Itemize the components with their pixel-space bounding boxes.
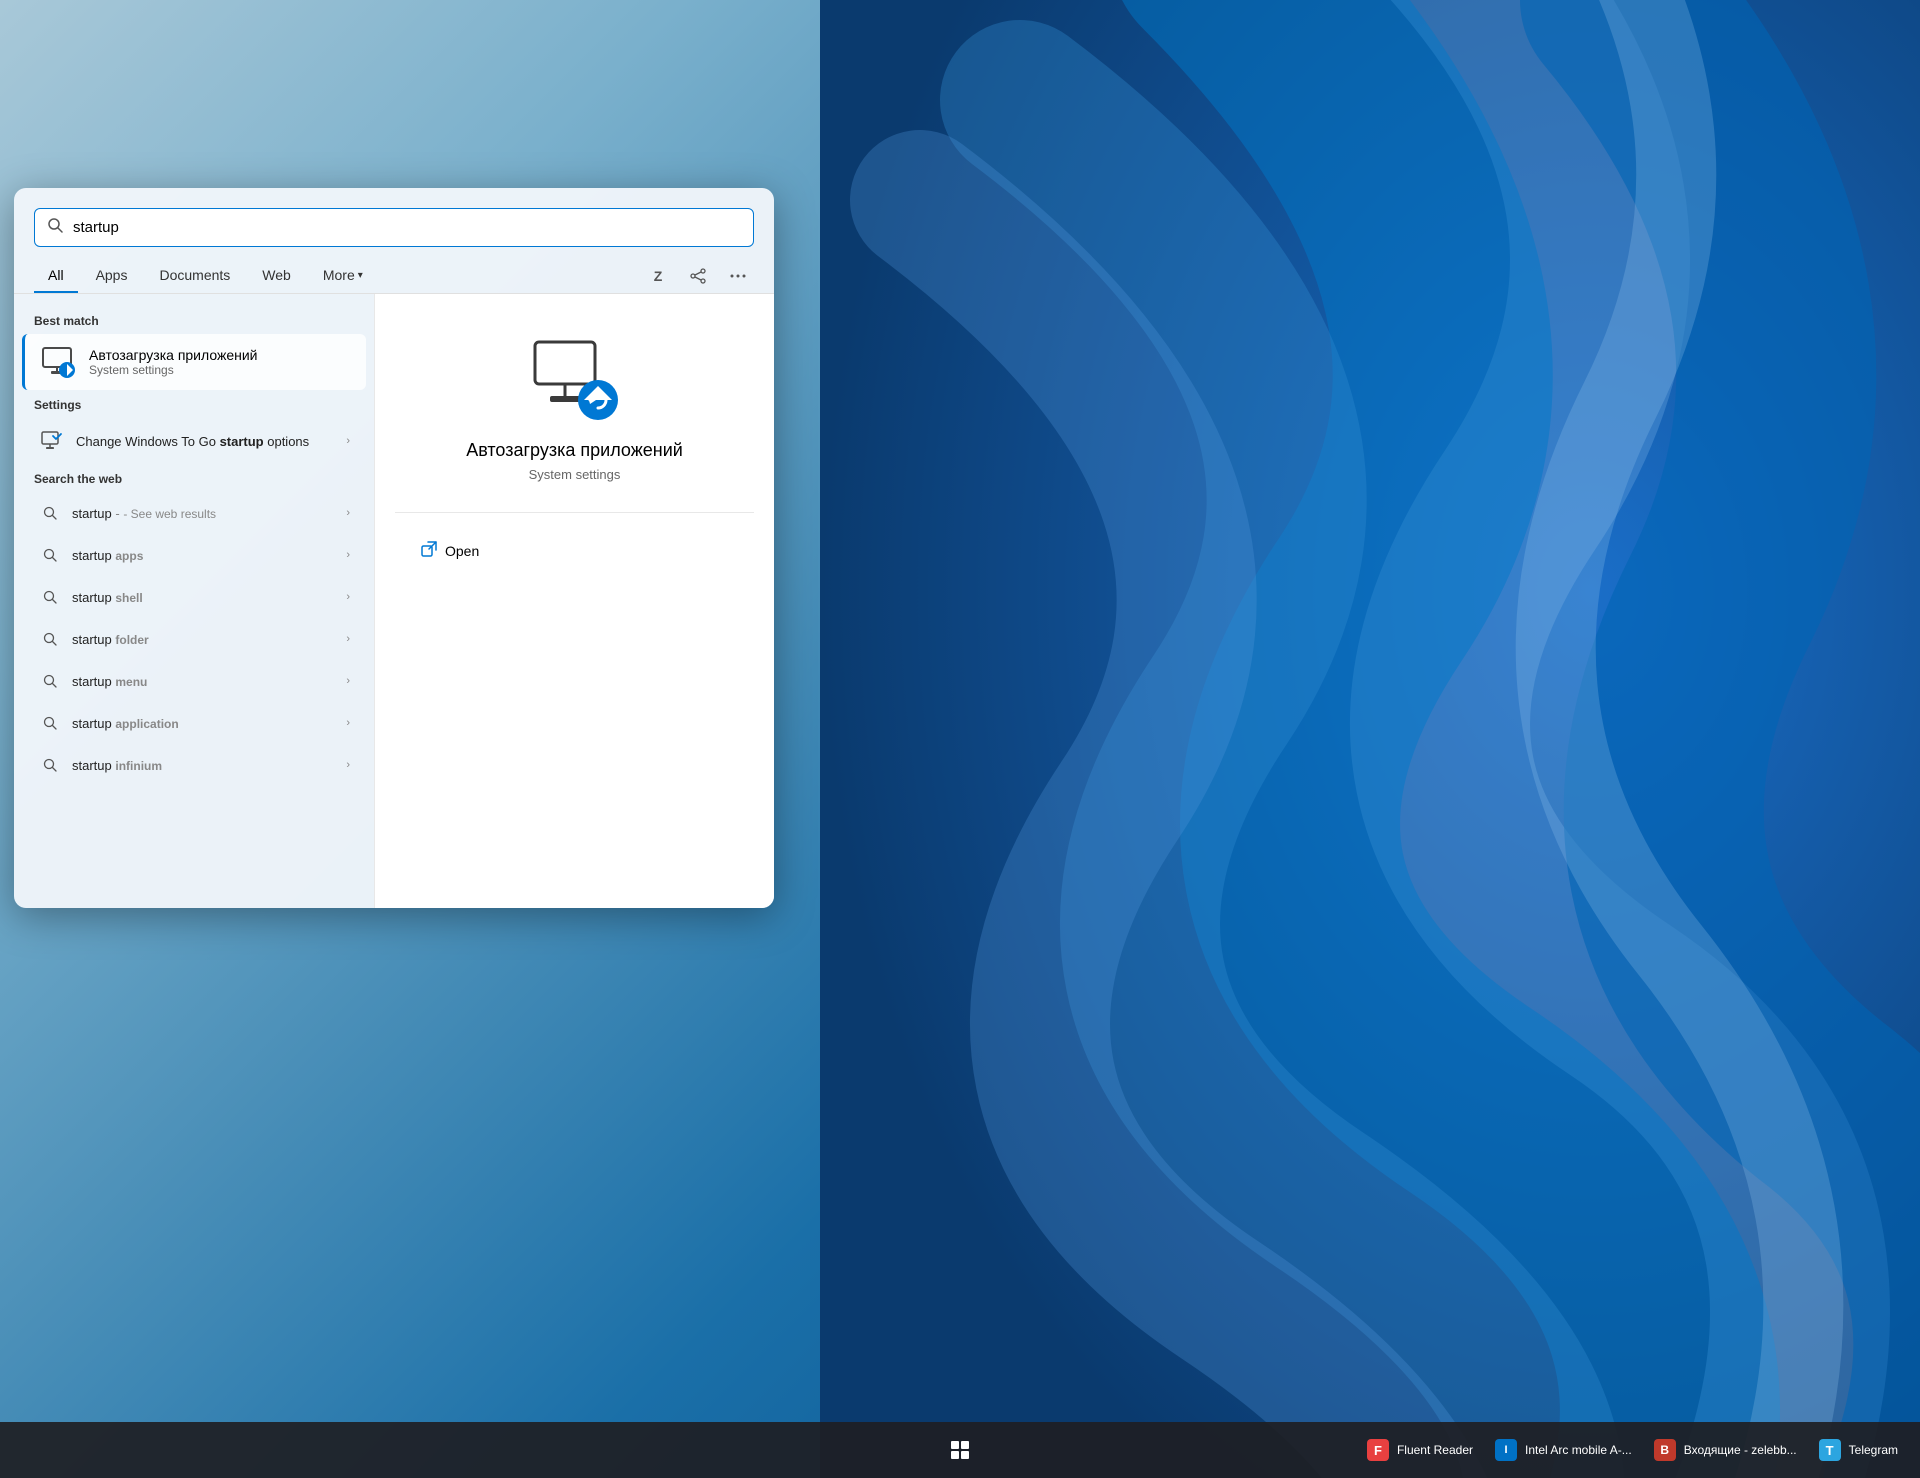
results-pane: Best match Автозагрузка приложений Syste…	[14, 294, 374, 908]
chevron-right-icon: ›	[346, 591, 350, 603]
web-search-text-2: startup shell	[72, 590, 336, 605]
open-button[interactable]: Open	[405, 533, 495, 568]
settings-item-windows-to-go[interactable]: Change Windows To Go startup options ›	[22, 418, 366, 464]
open-button-label: Open	[445, 543, 479, 559]
web-search-text-3: startup folder	[72, 632, 336, 647]
web-search-search-icon-1	[38, 543, 62, 567]
taskbar: F Fluent Reader I Intel Arc mobile A-...…	[0, 1422, 1920, 1478]
start-button[interactable]	[938, 1428, 982, 1472]
search-input[interactable]	[73, 219, 741, 236]
web-search-item-2[interactable]: startup shell ›	[22, 576, 366, 618]
tab-more[interactable]: More ▾	[309, 259, 377, 293]
preview-icon	[530, 334, 620, 424]
taskbar-app-intel-arc[interactable]: I Intel Arc mobile A-...	[1485, 1433, 1642, 1467]
web-search-text-0: startup - - See web results	[72, 506, 336, 521]
taskbar-app-telegram[interactable]: T Telegram	[1809, 1433, 1908, 1467]
chevron-right-icon: ›	[346, 717, 350, 729]
search-icon	[47, 217, 63, 238]
tab-right-icons: Z	[642, 260, 754, 292]
web-search-search-icon-3	[38, 627, 62, 651]
web-search-item-4[interactable]: startup menu ›	[22, 660, 366, 702]
web-search-item-6[interactable]: startup infinium ›	[22, 744, 366, 786]
web-search-text-4: startup menu	[72, 674, 336, 689]
web-search-search-icon-0	[38, 501, 62, 525]
preview-divider	[395, 512, 754, 513]
web-search-item-1[interactable]: startup apps ›	[22, 534, 366, 576]
share-icon-button[interactable]	[682, 260, 714, 292]
search-input-row	[14, 188, 774, 259]
settings-item-text: Change Windows To Go startup options	[76, 434, 336, 449]
taskbar-right-apps: F Fluent Reader I Intel Arc mobile A-...…	[1357, 1433, 1920, 1467]
telegram-label: Telegram	[1849, 1443, 1898, 1457]
settings-icon	[38, 427, 66, 455]
windows-logo-icon	[951, 1441, 969, 1459]
web-search-item-3[interactable]: startup folder ›	[22, 618, 366, 660]
more-options-button[interactable]	[722, 260, 754, 292]
best-match-subtitle: System settings	[89, 363, 258, 377]
best-match-icon	[41, 344, 77, 380]
best-match-header: Best match	[14, 306, 374, 334]
web-search-item-5[interactable]: startup application ›	[22, 702, 366, 744]
web-search-text-5: startup application	[72, 716, 336, 731]
tab-apps[interactable]: Apps	[82, 259, 142, 293]
chevron-right-icon: ›	[346, 549, 350, 561]
intel-arc-label: Intel Arc mobile A-...	[1525, 1443, 1632, 1457]
incoming-label: Входящие - zelebb...	[1684, 1443, 1797, 1457]
web-search-search-icon-4	[38, 669, 62, 693]
web-search-text-1: startup apps	[72, 548, 336, 563]
web-search-text-6: startup infinium	[72, 758, 336, 773]
chevron-right-icon: ›	[346, 435, 350, 447]
search-body: Best match Автозагрузка приложений Syste…	[14, 294, 774, 908]
settings-header: Settings	[14, 390, 374, 418]
taskbar-center	[938, 1428, 982, 1472]
search-input-wrapper[interactable]	[34, 208, 754, 247]
tab-documents[interactable]: Documents	[145, 259, 244, 293]
fluent-reader-icon: F	[1367, 1439, 1389, 1461]
fluent-reader-label: Fluent Reader	[1397, 1443, 1473, 1457]
preview-title: Автозагрузка приложений	[466, 440, 683, 461]
search-the-web-header: Search the web	[14, 464, 374, 492]
preview-subtitle: System settings	[529, 467, 621, 482]
telegram-icon: T	[1819, 1439, 1841, 1461]
filter-tabs: All Apps Documents Web More ▾ Z	[14, 259, 774, 294]
chevron-right-icon: ›	[346, 759, 350, 771]
taskbar-app-fluent-reader[interactable]: F Fluent Reader	[1357, 1433, 1483, 1467]
best-match-title: Автозагрузка приложений	[89, 347, 258, 363]
chevron-right-icon: ›	[346, 507, 350, 519]
tab-all[interactable]: All	[34, 259, 78, 293]
preview-pane: Автозагрузка приложений System settings …	[374, 294, 774, 908]
web-search-search-icon-5	[38, 711, 62, 735]
best-match-text: Автозагрузка приложений System settings	[89, 347, 258, 377]
z-icon-button[interactable]: Z	[642, 260, 674, 292]
web-search-item-0[interactable]: startup - - See web results ›	[22, 492, 366, 534]
web-search-search-icon-2	[38, 585, 62, 609]
web-search-search-icon-6	[38, 753, 62, 777]
chevron-right-icon: ›	[346, 633, 350, 645]
open-external-icon	[421, 541, 437, 560]
search-panel: All Apps Documents Web More ▾ Z	[14, 188, 774, 908]
taskbar-app-incoming[interactable]: В Входящие - zelebb...	[1644, 1433, 1807, 1467]
tab-web[interactable]: Web	[248, 259, 305, 293]
incoming-icon: В	[1654, 1439, 1676, 1461]
chevron-right-icon: ›	[346, 675, 350, 687]
best-match-item[interactable]: Автозагрузка приложений System settings	[22, 334, 366, 390]
intel-arc-icon: I	[1495, 1439, 1517, 1461]
